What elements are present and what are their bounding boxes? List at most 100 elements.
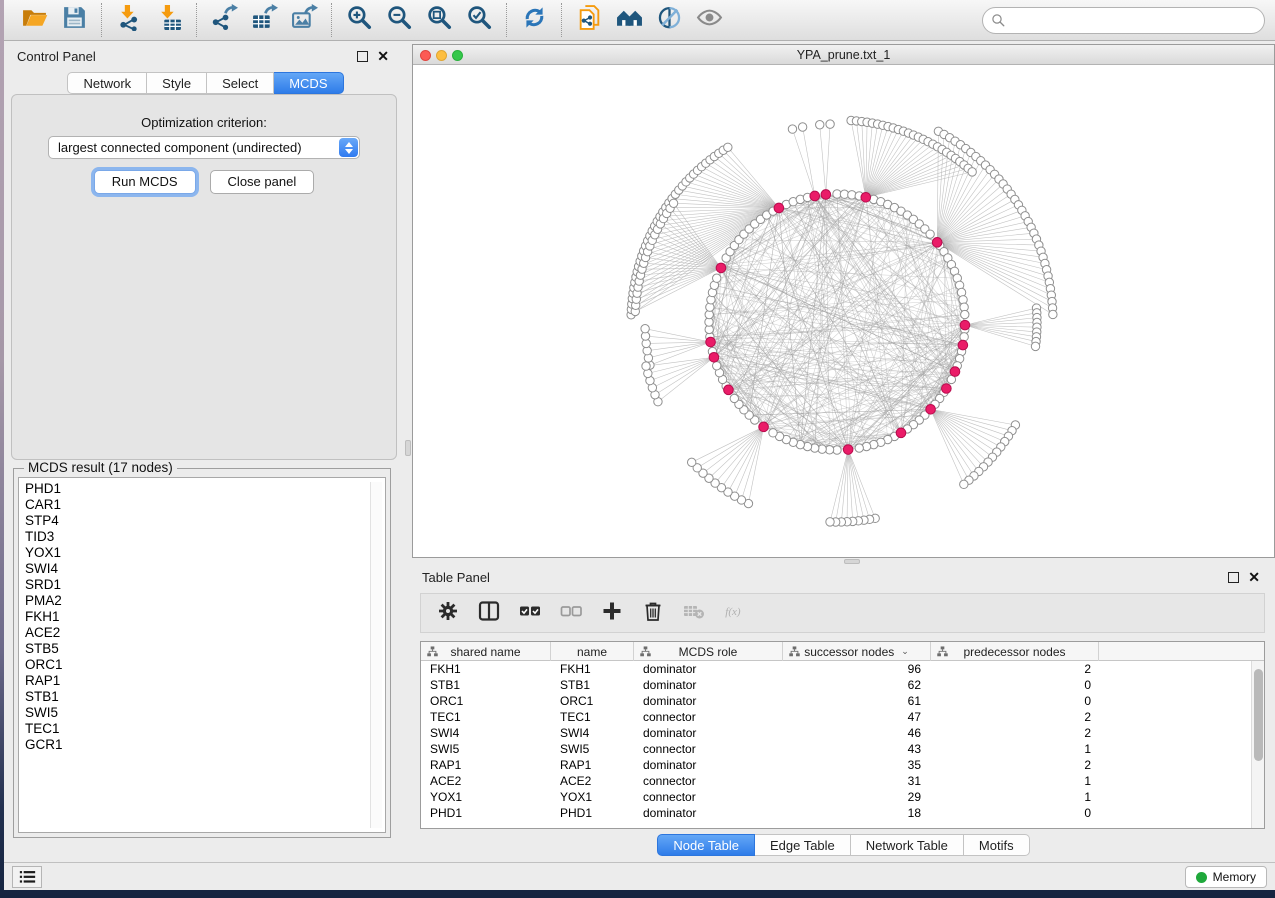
table-row[interactable]: SWI5SWI5connector431: [421, 741, 1264, 757]
table-cell[interactable]: FKH1: [421, 661, 551, 677]
settings-gear-button[interactable]: [435, 600, 461, 626]
memory-button[interactable]: Memory: [1185, 866, 1267, 888]
import-network-button[interactable]: [109, 2, 149, 38]
share-document-button[interactable]: [569, 2, 609, 38]
vertical-splitter[interactable]: [404, 44, 412, 861]
add-row-button[interactable]: [599, 600, 625, 626]
table-cell[interactable]: 2: [931, 709, 1099, 725]
table-row[interactable]: RAP1RAP1dominator352: [421, 757, 1264, 773]
table-cell[interactable]: connector: [634, 741, 783, 757]
tab-network[interactable]: Network: [67, 72, 147, 94]
table-cell[interactable]: 62: [783, 677, 931, 693]
float-panel-icon[interactable]: [1228, 572, 1239, 583]
zoom-out-button[interactable]: [379, 2, 419, 38]
optimization-criterion-select[interactable]: largest connected component (undirected): [48, 136, 360, 159]
table-cell[interactable]: PHD1: [421, 805, 551, 821]
table-cell[interactable]: FKH1: [551, 661, 634, 677]
mcds-result-item[interactable]: STP4: [19, 513, 385, 529]
mcds-hub-node[interactable]: [896, 428, 906, 438]
close-panel-icon[interactable]: ✕: [377, 48, 389, 64]
mcds-result-item[interactable]: GCR1: [19, 737, 385, 753]
import-table-button[interactable]: [149, 2, 189, 38]
mcds-hub-node[interactable]: [821, 190, 831, 200]
tab-style[interactable]: Style: [147, 72, 207, 94]
mcds-result-item[interactable]: FKH1: [19, 609, 385, 625]
table-cell[interactable]: 1: [931, 789, 1099, 805]
mcds-result-item[interactable]: TEC1: [19, 721, 385, 737]
mcds-hub-node[interactable]: [716, 263, 726, 273]
mcds-hub-node[interactable]: [958, 340, 968, 350]
table-cell[interactable]: TEC1: [421, 709, 551, 725]
show-graphics-details-button[interactable]: [689, 2, 729, 38]
table-cell[interactable]: ACE2: [421, 773, 551, 789]
column-header-successor-nodes[interactable]: successor nodes⌄: [783, 642, 931, 661]
table-cell[interactable]: ORC1: [551, 693, 634, 709]
mcds-result-item[interactable]: ACE2: [19, 625, 385, 641]
network-canvas[interactable]: [413, 65, 1274, 557]
table-cell[interactable]: dominator: [634, 693, 783, 709]
table-cell[interactable]: ORC1: [421, 693, 551, 709]
table-cell[interactable]: 96: [783, 661, 931, 677]
open-button[interactable]: [14, 2, 54, 38]
tab-motifs[interactable]: Motifs: [964, 834, 1030, 856]
table-cell[interactable]: dominator: [634, 661, 783, 677]
zoom-selected-button[interactable]: [459, 2, 499, 38]
export-network-button[interactable]: [204, 2, 244, 38]
table-row[interactable]: SWI4SWI4dominator462: [421, 725, 1264, 741]
splitter-grip[interactable]: [405, 440, 411, 456]
mcds-hub-node[interactable]: [759, 422, 769, 432]
tab-select[interactable]: Select: [207, 72, 274, 94]
mcds-result-item[interactable]: CAR1: [19, 497, 385, 513]
export-image-button[interactable]: [284, 2, 324, 38]
table-row[interactable]: TEC1TEC1connector472: [421, 709, 1264, 725]
mcds-hub-node[interactable]: [709, 352, 719, 362]
table-cell[interactable]: 0: [931, 677, 1099, 693]
select-all-button[interactable]: [517, 600, 543, 626]
search-input[interactable]: [1011, 11, 1264, 31]
table-cell[interactable]: 43: [783, 741, 931, 757]
table-cell[interactable]: connector: [634, 789, 783, 805]
table-cell[interactable]: 0: [931, 693, 1099, 709]
table-cell[interactable]: TEC1: [551, 709, 634, 725]
export-table-button[interactable]: [244, 2, 284, 38]
table-cell[interactable]: SWI4: [551, 725, 634, 741]
table-cell[interactable]: 31: [783, 773, 931, 789]
mcds-result-item[interactable]: TID3: [19, 529, 385, 545]
delete-row-button[interactable]: [640, 600, 666, 626]
table-row[interactable]: ACE2ACE2connector311: [421, 773, 1264, 789]
mcds-result-item[interactable]: SRD1: [19, 577, 385, 593]
refresh-layout-button[interactable]: [514, 2, 554, 38]
deselect-all-button[interactable]: [558, 600, 584, 626]
mcds-result-item[interactable]: STB1: [19, 689, 385, 705]
mcds-hub-node[interactable]: [843, 445, 853, 455]
table-cell[interactable]: 47: [783, 709, 931, 725]
run-mcds-button[interactable]: Run MCDS: [94, 170, 196, 194]
table-cell[interactable]: STB1: [421, 677, 551, 693]
table-cell[interactable]: SWI4: [421, 725, 551, 741]
zoom-in-button[interactable]: [339, 2, 379, 38]
zoom-fit-button[interactable]: [419, 2, 459, 38]
column-header-name[interactable]: name: [551, 642, 634, 661]
mcds-hub-node[interactable]: [932, 238, 942, 248]
horizontal-splitter[interactable]: [412, 558, 1275, 565]
mcds-hub-node[interactable]: [960, 320, 970, 330]
mcds-hub-node[interactable]: [942, 384, 952, 394]
table-cell[interactable]: SWI5: [551, 741, 634, 757]
mcds-hub-node[interactable]: [810, 191, 820, 201]
mcds-result-item[interactable]: RAP1: [19, 673, 385, 689]
table-cell[interactable]: RAP1: [551, 757, 634, 773]
table-row[interactable]: PHD1PHD1dominator180: [421, 805, 1264, 821]
hide-graphics-details-button[interactable]: [649, 2, 689, 38]
mcds-hub-node[interactable]: [706, 337, 716, 347]
search-box[interactable]: [982, 7, 1265, 34]
table-cell[interactable]: 1: [931, 741, 1099, 757]
scrollbar-thumb[interactable]: [1254, 669, 1263, 761]
table-cell[interactable]: dominator: [634, 725, 783, 741]
table-cell[interactable]: 2: [931, 757, 1099, 773]
column-header-shared-name[interactable]: shared name: [421, 642, 551, 661]
table-cell[interactable]: dominator: [634, 677, 783, 693]
column-header-MCDS-role[interactable]: MCDS role: [634, 642, 783, 661]
tab-mcds[interactable]: MCDS: [274, 72, 343, 94]
mcds-result-item[interactable]: SWI4: [19, 561, 385, 577]
splitter-grip[interactable]: [844, 559, 860, 564]
